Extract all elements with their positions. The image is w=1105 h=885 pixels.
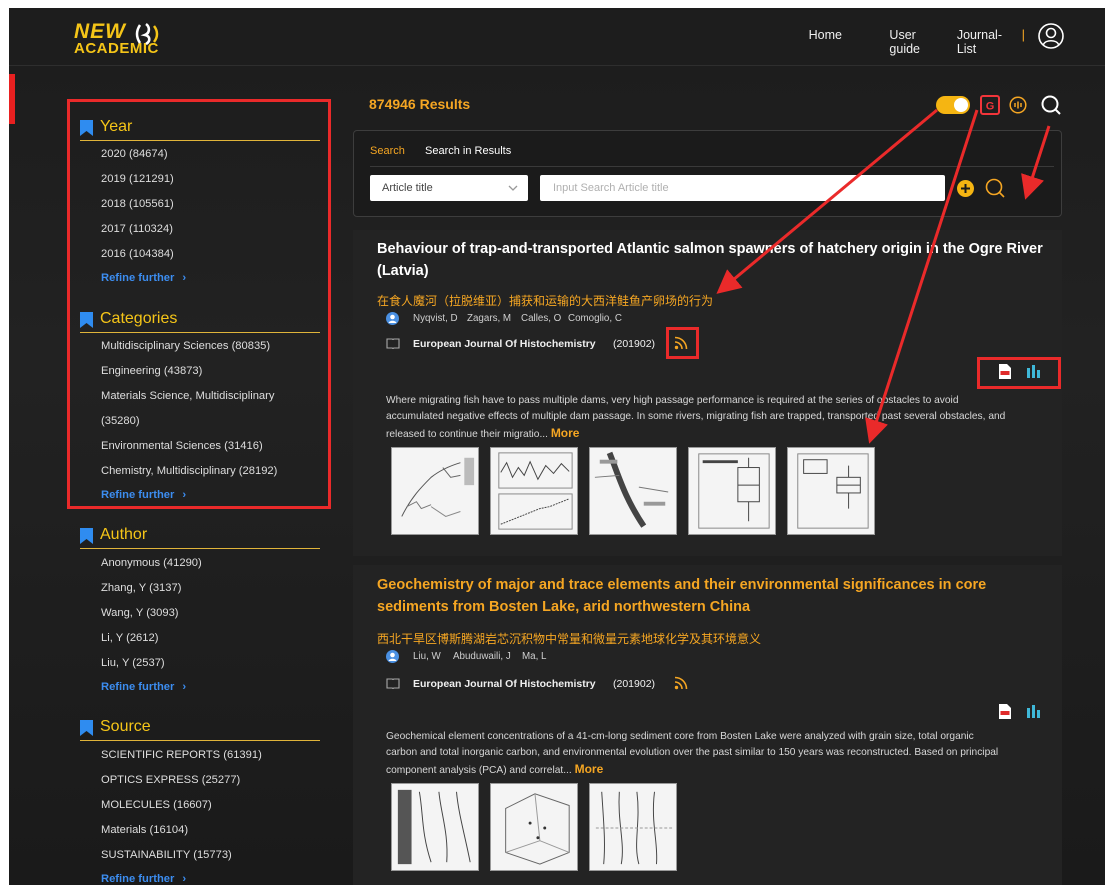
facet-item[interactable]: MOLECULES (16607) — [101, 799, 212, 811]
author-link[interactable]: Liu, W — [413, 651, 441, 662]
facet-header[interactable]: Author — [80, 525, 320, 549]
figure-thumbnail[interactable] — [787, 447, 875, 535]
publish-date: (201902) — [613, 678, 656, 690]
article-title-zh[interactable]: 在食人魔河（拉脱维亚）捕获和运输的大西洋鲑鱼产卵场的行为 — [377, 292, 713, 309]
article-abstract: Where migrating fish have to pass multip… — [386, 393, 1046, 443]
results-count: 874946 Results — [369, 96, 471, 112]
nav-user-guide[interactable]: User guide — [889, 28, 920, 56]
logo-mark-icon — [135, 22, 159, 46]
figure-thumbnail[interactable] — [688, 447, 776, 535]
more-link[interactable]: More — [551, 426, 580, 440]
user-icon[interactable] — [1037, 22, 1065, 50]
article-title[interactable]: Geochemistry of major and trace elements… — [377, 574, 1047, 618]
search-icon[interactable] — [984, 177, 1006, 199]
abstract-line: carbon and total inorganic carbon, and e… — [386, 747, 999, 758]
figure-thumbnail[interactable] — [589, 783, 677, 871]
refine-label: Refine further — [101, 681, 175, 693]
facet-item[interactable]: Zhang, Y (3137) — [101, 582, 181, 594]
facet-item[interactable]: Wang, Y (3093) — [101, 607, 179, 619]
facet-title: Author — [100, 526, 148, 543]
divider — [370, 166, 1054, 167]
facet-item[interactable]: SUSTAINABILITY (15773) — [101, 849, 232, 861]
annotation-box-sidebar — [67, 99, 331, 509]
author-icon — [386, 312, 399, 325]
figure-thumbnail[interactable] — [391, 447, 479, 535]
search-icon[interactable] — [1040, 94, 1062, 116]
edge-tab[interactable] — [9, 74, 15, 124]
journal-name[interactable]: European Journal Of Histochemistry — [413, 338, 596, 350]
svg-text:G: G — [986, 101, 995, 113]
author-link[interactable]: Calles, O — [521, 313, 561, 324]
article-title-line: Behaviour of trap-and-transported Atlant… — [377, 241, 1043, 257]
abstract-line: Where migrating fish have to pass multip… — [386, 395, 959, 406]
author-link[interactable]: Comoglio, C — [568, 313, 622, 324]
tab-search-in-results[interactable]: Search in Results — [425, 145, 511, 157]
article-card: Behaviour of trap-and-transported Atlant… — [353, 230, 1062, 556]
chevron-right-icon: › — [182, 873, 187, 885]
publish-date: (201902) — [613, 338, 656, 350]
abstract-line: accumulated negative effects of multiple… — [386, 411, 1006, 422]
bookmark-icon — [80, 528, 93, 544]
figure-thumbnail[interactable] — [490, 783, 578, 871]
abstract-line: Geochemical element concentrations of a … — [386, 731, 974, 742]
author-icon — [386, 650, 399, 663]
facet-item[interactable]: Anonymous (41290) — [101, 557, 202, 569]
book-icon — [386, 678, 400, 690]
chevron-right-icon: › — [182, 681, 187, 693]
abstract-line: component analysis (PCA) and correlat... — [386, 765, 572, 776]
toggle-switch[interactable] — [936, 96, 970, 114]
article-title-line: sediments from Bosten Lake, arid northwe… — [377, 599, 751, 615]
app-frame: NEW ACADEMIC Home User guide Journal-Lis… — [9, 8, 1105, 885]
facet-item[interactable]: Li, Y (2612) — [101, 632, 158, 644]
search-input[interactable] — [540, 175, 945, 201]
sound-icon[interactable] — [1009, 96, 1027, 114]
author-link[interactable]: Ma, L — [522, 651, 547, 662]
facet-item[interactable]: SCIENTIFIC REPORTS (61391) — [101, 749, 262, 761]
journal-name[interactable]: European Journal Of Histochemistry — [413, 678, 596, 690]
article-title-line: (Latvia) — [377, 263, 429, 279]
abstract-line: released to continue their migratio... — [386, 429, 548, 440]
rss-icon[interactable] — [674, 676, 688, 690]
author-link[interactable]: Nyqvist, D — [413, 313, 458, 324]
facet-item[interactable]: OPTICS EXPRESS (25277) — [101, 774, 240, 786]
g-badge-icon[interactable]: G — [980, 95, 1000, 115]
figure-thumbnail[interactable] — [589, 447, 677, 535]
annotation-box-rss — [666, 327, 699, 359]
book-icon — [386, 338, 400, 350]
search-panel: Search Search in Results Article title — [353, 130, 1062, 217]
plus-icon[interactable] — [957, 180, 974, 197]
chevron-down-icon — [508, 185, 518, 191]
refine-label: Refine further — [101, 873, 175, 885]
article-title-zh[interactable]: 西北干旱区博斯腾湖岩芯沉积物中常量和微量元素地球化学及其环境意义 — [377, 630, 761, 647]
field-select-value: Article title — [382, 182, 433, 194]
refine-further-link[interactable]: Refine further › — [101, 873, 186, 885]
author-link[interactable]: Zagars, M — [467, 313, 511, 324]
annotation-box-tools — [977, 357, 1061, 389]
pdf-icon[interactable] — [999, 704, 1011, 719]
article-title-line: Geochemistry of major and trace elements… — [377, 577, 987, 593]
figure-thumbnail[interactable] — [490, 447, 578, 535]
article-card: Geochemistry of major and trace elements… — [353, 565, 1062, 885]
article-title[interactable]: Behaviour of trap-and-transported Atlant… — [377, 238, 1047, 282]
top-bar: NEW ACADEMIC Home User guide Journal-Lis… — [9, 8, 1105, 66]
field-select[interactable]: Article title — [370, 175, 528, 201]
nav-journal-list[interactable]: Journal-List — [957, 28, 1002, 56]
more-link[interactable]: More — [575, 762, 604, 776]
refine-further-link[interactable]: Refine further › — [101, 681, 186, 693]
article-abstract: Geochemical element concentrations of a … — [386, 729, 1046, 779]
author-link[interactable]: Abuduwaili, J — [453, 651, 511, 662]
tab-search[interactable]: Search — [370, 145, 405, 157]
nav-separator: | — [1021, 27, 1025, 42]
bookmark-icon — [80, 720, 93, 736]
facet-item[interactable]: Liu, Y (2537) — [101, 657, 165, 669]
facet-item[interactable]: Materials (16104) — [101, 824, 188, 836]
chart-icon[interactable] — [1027, 705, 1040, 718]
facet-header[interactable]: Source — [80, 717, 320, 741]
facet-title: Source — [100, 718, 151, 735]
nav-home[interactable]: Home — [809, 28, 842, 42]
figure-thumbnail[interactable] — [391, 783, 479, 871]
logo[interactable]: NEW ACADEMIC — [74, 20, 174, 60]
